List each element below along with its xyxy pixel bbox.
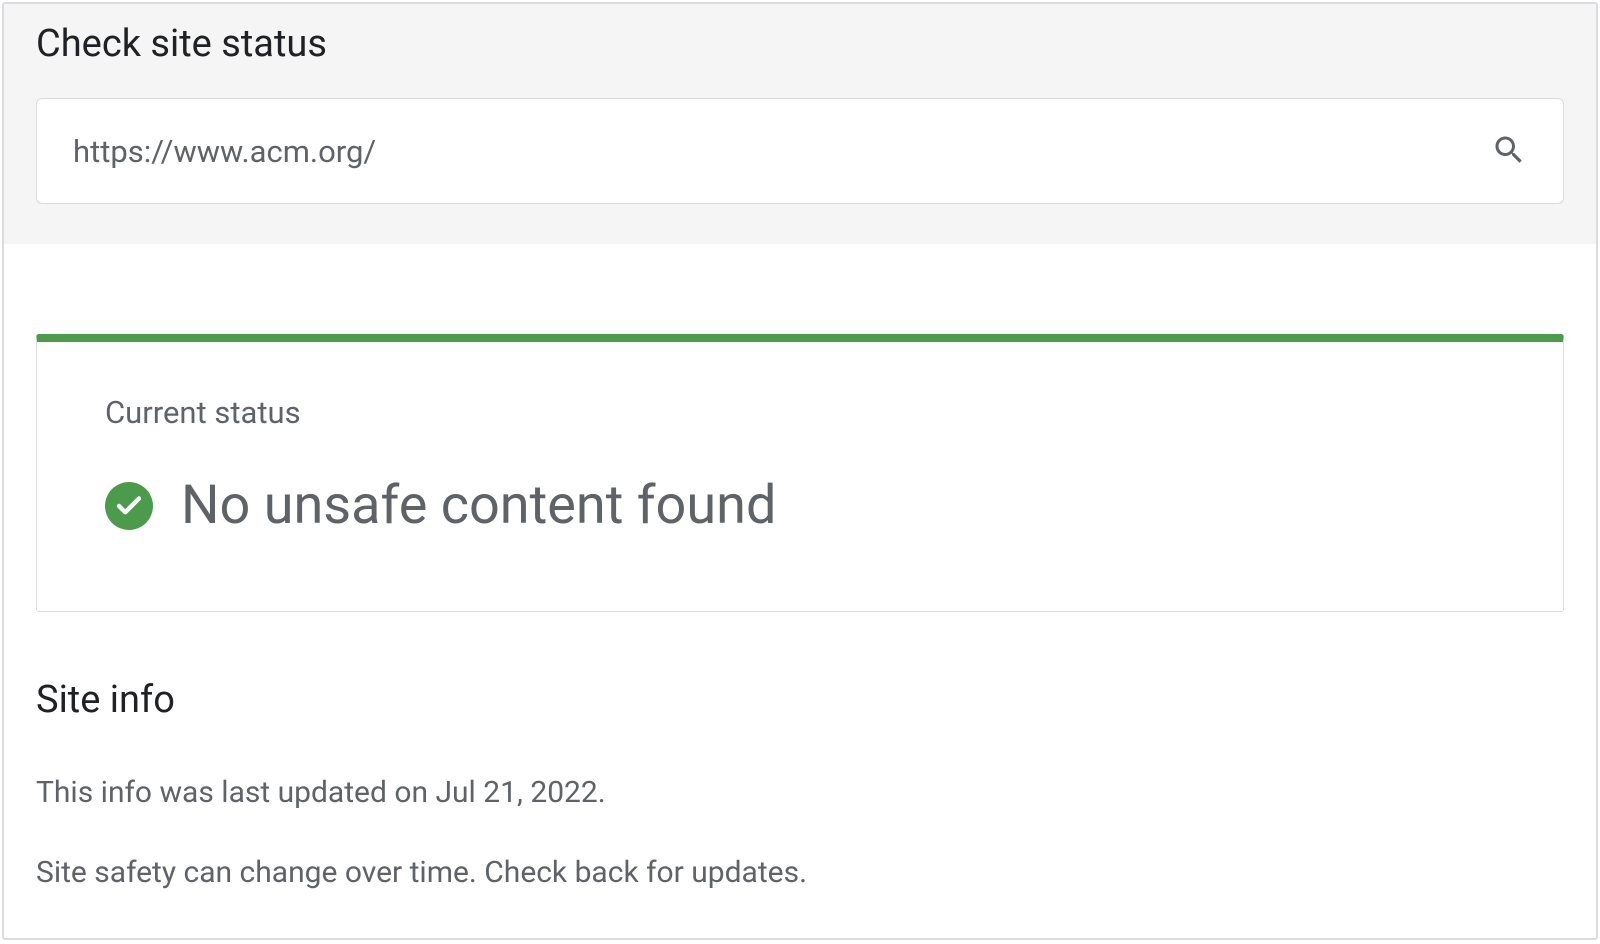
page-title: Check site status <box>36 22 1564 66</box>
search-bar <box>36 98 1564 204</box>
url-input[interactable] <box>73 133 1483 170</box>
main-container: Check site status Current status <box>2 2 1598 940</box>
search-icon <box>1491 132 1527 171</box>
checkmark-icon <box>105 482 153 530</box>
content-section: Current status No unsafe content found S… <box>4 244 1596 938</box>
site-info-title: Site info <box>36 678 1564 722</box>
status-label: Current status <box>105 394 1495 431</box>
header-section: Check site status <box>4 4 1596 244</box>
status-row: No unsafe content found <box>105 479 1495 533</box>
site-info-updated: This info was last updated on Jul 21, 20… <box>36 772 1564 814</box>
search-button[interactable] <box>1483 124 1535 179</box>
site-info-disclaimer: Site safety can change over time. Check … <box>36 852 1564 894</box>
status-message: No unsafe content found <box>181 479 776 533</box>
status-card: Current status No unsafe content found <box>36 334 1564 612</box>
